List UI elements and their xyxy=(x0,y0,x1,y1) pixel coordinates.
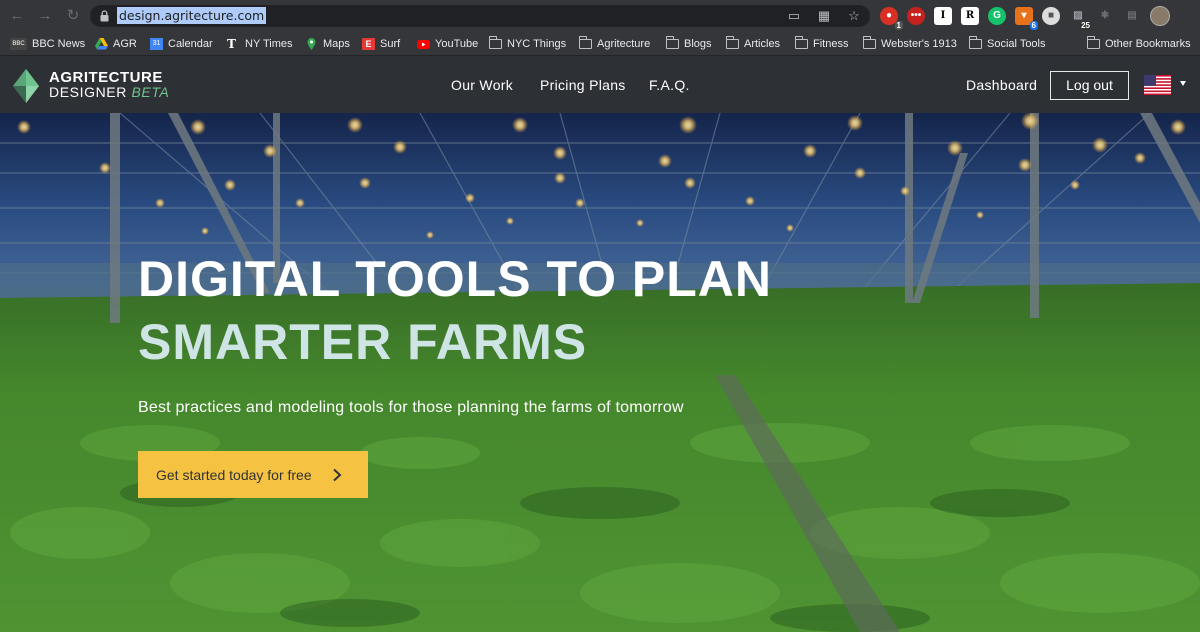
get-started-button[interactable]: Get started today for free xyxy=(138,451,368,498)
extension-grammarly-icon[interactable]: G xyxy=(988,7,1006,25)
calendar-icon: 31 xyxy=(150,38,163,50)
bookmark-articles[interactable]: Articles xyxy=(725,36,781,52)
hero-section: DIGITAL TOOLS TO PLAN SMARTER FARMS Best… xyxy=(0,113,1200,632)
folder-icon xyxy=(488,36,502,49)
forward-icon[interactable]: → xyxy=(36,7,54,25)
extension-count-icon[interactable]: ▨ 25 xyxy=(1069,7,1092,30)
extension-badge: 25 xyxy=(1079,21,1092,30)
logo-designer: DESIGNER xyxy=(49,84,127,100)
extension-orange-icon[interactable]: ▾ 6 xyxy=(1015,7,1038,30)
bookmark-label: Webster's 1913 xyxy=(881,38,957,50)
bookmark-maps[interactable]: Maps xyxy=(305,36,350,52)
back-icon[interactable]: ← xyxy=(8,7,26,25)
youtube-icon xyxy=(417,40,430,49)
bookmark-label: Maps xyxy=(323,38,350,50)
cast-icon[interactable]: ▭ xyxy=(786,8,802,24)
qr-code-icon[interactable]: ▦ xyxy=(816,8,832,24)
get-started-label: Get started today for free xyxy=(156,466,312,483)
bookmark-bbc-news[interactable]: BBC BBC News xyxy=(10,36,85,52)
extension-red-icon[interactable]: ● 1 xyxy=(880,7,903,30)
hero-subtitle: Best practices and modeling tools for th… xyxy=(138,399,684,416)
bookmarks-bar: BBC BBC News AGR 31 Calendar T NY Times … xyxy=(0,32,1200,56)
bookmark-websters-1913[interactable]: Webster's 1913 xyxy=(862,36,957,52)
logo-title: AGRITECTURE xyxy=(49,69,163,86)
extension-badge: 6 xyxy=(1029,21,1038,30)
folder-icon xyxy=(862,36,876,49)
language-dropdown-caret-icon[interactable] xyxy=(1180,81,1186,86)
drive-icon xyxy=(95,38,108,50)
reload-icon[interactable]: ↻ xyxy=(64,7,82,25)
profile-avatar[interactable] xyxy=(1150,6,1170,26)
extension-puzzle-icon[interactable]: ✱ xyxy=(1096,7,1114,25)
agritecture-logo-icon[interactable] xyxy=(13,69,39,103)
nav-dashboard[interactable]: Dashboard xyxy=(966,77,1037,93)
extension-gray-icon[interactable]: ■ xyxy=(1042,7,1060,25)
chevron-right-icon xyxy=(332,468,342,481)
bookmark-fitness[interactable]: Fitness xyxy=(794,36,849,52)
browser-toolbar: ← → ↻ design.agritecture.com ▭ ▦ ☆ ● 1 ••… xyxy=(0,0,1200,32)
extension-tab-icon[interactable]: ▤ xyxy=(1123,7,1141,25)
extension-readwise-icon[interactable]: R xyxy=(961,7,979,25)
bookmark-youtube[interactable]: YouTube xyxy=(417,36,478,52)
bookmark-label: NY Times xyxy=(245,38,293,50)
folder-icon xyxy=(725,36,739,49)
folder-icon xyxy=(1086,36,1100,49)
bookmark-label: Articles xyxy=(744,38,781,50)
folder-icon xyxy=(578,36,592,49)
bookmark-label: Social Tools xyxy=(987,38,1046,50)
extension-instapaper-icon[interactable]: I xyxy=(934,7,952,25)
bookmark-label: Calendar xyxy=(168,38,213,50)
bookmark-label: AGR xyxy=(113,38,137,50)
bookmark-label: Blogs xyxy=(684,38,712,50)
nav-faq[interactable]: F.A.Q. xyxy=(649,77,690,93)
url-text[interactable]: design.agritecture.com xyxy=(117,7,267,24)
beta-label: BETA xyxy=(131,84,170,100)
surf-icon: E xyxy=(362,38,375,50)
folder-icon xyxy=(968,36,982,49)
bookmark-agr[interactable]: AGR xyxy=(95,36,137,52)
bookmark-blogs[interactable]: Blogs xyxy=(665,36,712,52)
bookmark-label: NYC Things xyxy=(507,38,567,50)
bookmark-ny-times[interactable]: T NY Times xyxy=(227,36,292,52)
hero-title-line1: DIGITAL TOOLS TO PLAN xyxy=(138,251,772,307)
extensions-bar: ● 1 ••• I R G ▾ 6 ■ ▨ 25 ✱ ▤ xyxy=(880,6,1170,30)
site-header: AGRITECTURE DESIGNER BETA Our Work Prici… xyxy=(0,57,1200,113)
bookmark-label: BBC News xyxy=(32,38,86,50)
folder-icon xyxy=(794,36,808,49)
address-bar[interactable]: design.agritecture.com ▭ ▦ ☆ xyxy=(90,5,870,27)
folder-icon xyxy=(665,36,679,49)
bbc-icon: BBC xyxy=(10,38,27,50)
logout-button[interactable]: Log out xyxy=(1050,71,1129,100)
nav-buttons: ← → ↻ xyxy=(8,7,82,25)
bookmark-label: Fitness xyxy=(813,38,849,50)
bookmark-surf[interactable]: E Surf xyxy=(362,36,400,52)
lock-icon xyxy=(100,10,109,22)
bookmark-calendar[interactable]: 31 Calendar xyxy=(150,36,213,52)
bookmark-label: Other Bookmarks xyxy=(1105,38,1191,50)
bookmark-social-tools[interactable]: Social Tools xyxy=(968,36,1046,52)
bookmark-agritecture[interactable]: Agritecture xyxy=(578,36,651,52)
hero-title-line2: SMARTER FARMS xyxy=(138,314,588,370)
maps-icon xyxy=(307,38,316,50)
nav-our-work[interactable]: Our Work xyxy=(451,77,513,93)
bookmark-label: Surf xyxy=(380,38,401,50)
bookmark-label: YouTube xyxy=(435,38,479,50)
nytimes-icon: T xyxy=(227,37,236,51)
bookmark-label: Agritecture xyxy=(597,38,651,50)
hero-title: DIGITAL TOOLS TO PLAN SMARTER FARMS xyxy=(138,248,772,374)
nav-pricing-plans[interactable]: Pricing Plans xyxy=(540,77,626,93)
extension-lastpass-icon[interactable]: ••• xyxy=(907,7,925,25)
logo-wordmark[interactable]: AGRITECTURE DESIGNER BETA xyxy=(49,70,169,100)
us-flag-icon[interactable] xyxy=(1144,75,1171,95)
bookmark-star-icon[interactable]: ☆ xyxy=(846,8,862,24)
bookmark-nyc-things[interactable]: NYC Things xyxy=(488,36,567,52)
bookmark-other-bookmarks[interactable]: Other Bookmarks xyxy=(1086,36,1191,52)
logo-subtitle: DESIGNER BETA xyxy=(49,85,169,100)
extension-badge: 1 xyxy=(894,21,903,30)
